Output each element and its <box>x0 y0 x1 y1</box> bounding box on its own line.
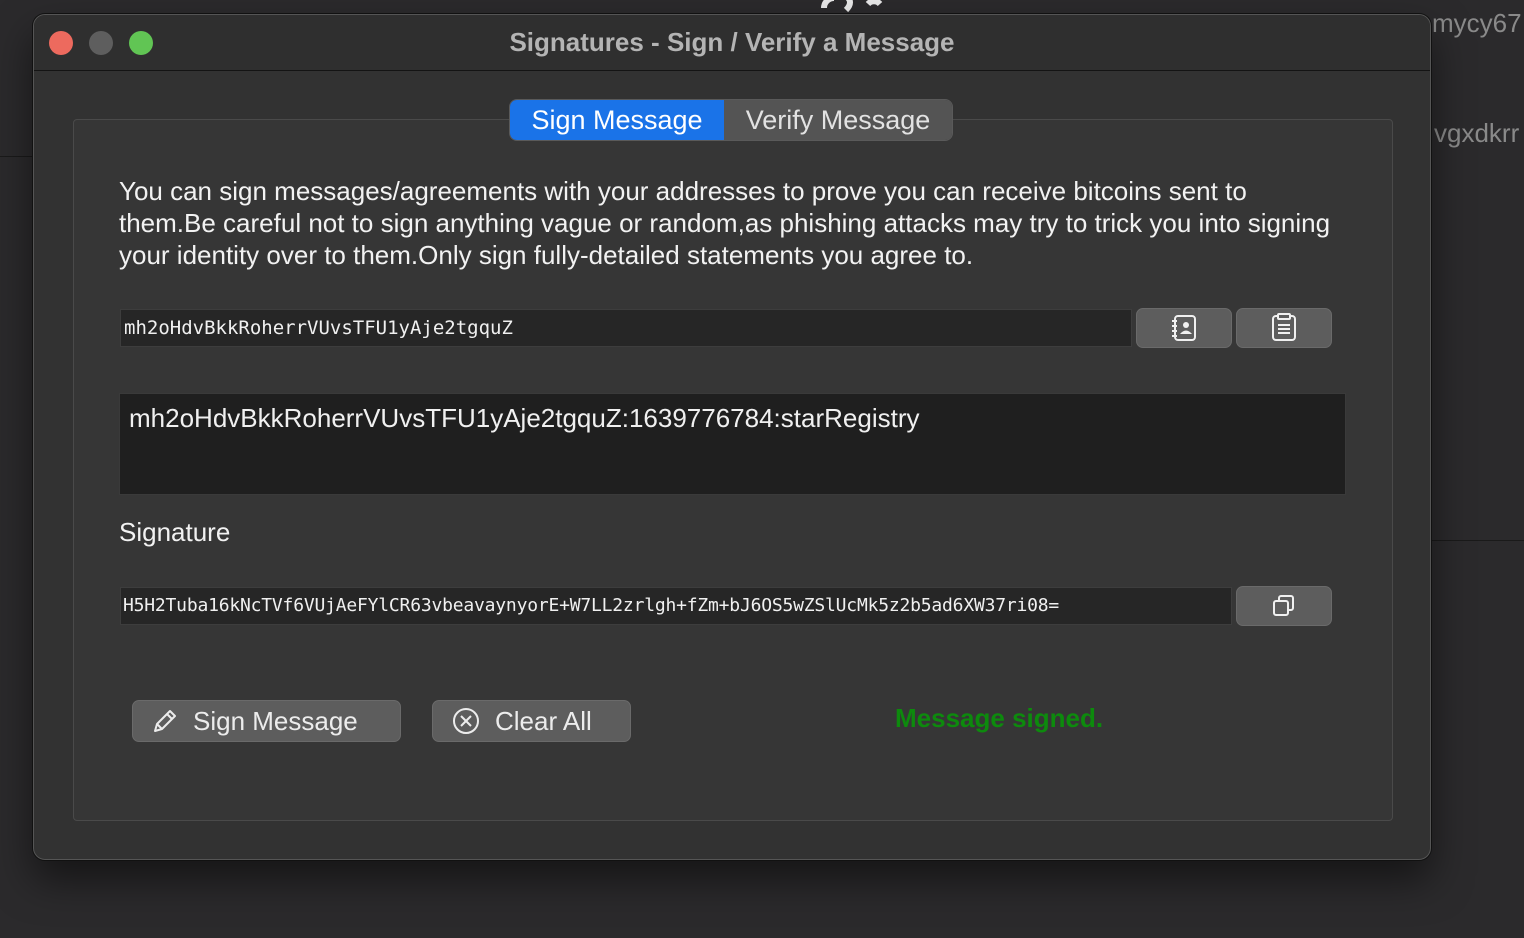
paste-icon <box>1272 313 1296 341</box>
background-divider <box>0 156 34 157</box>
signature-label: Signature <box>119 517 231 547</box>
clear-icon <box>453 708 479 734</box>
sign-message-button[interactable]: Sign Message <box>132 700 401 742</box>
address-book-icon <box>1172 315 1196 341</box>
description-text: You can sign messages/agreements with yo… <box>119 176 1331 270</box>
window-title: Signatures - Sign / Verify a Message <box>509 27 955 57</box>
clear-all-button[interactable]: Clear All <box>432 700 631 742</box>
copy-icon <box>1273 595 1294 616</box>
pencil-icon <box>154 710 176 732</box>
background-divider <box>1430 540 1524 541</box>
address-book-button[interactable] <box>1136 308 1232 348</box>
title-bar[interactable]: Signatures - Sign / Verify a Message <box>34 15 1430 71</box>
background-text: mycy67 <box>1432 8 1522 38</box>
paste-button[interactable] <box>1236 308 1332 348</box>
background-icon <box>821 0 883 13</box>
signatures-window: Signatures - Sign / Verify a Message Sig… <box>33 14 1431 860</box>
message-textarea[interactable]: mh2oHdvBkkRoherrVUvsTFU1yAje2tgquZ:16397… <box>119 393 1346 495</box>
copy-signature-button[interactable] <box>1236 586 1332 626</box>
signature-output[interactable]: H5H2Tuba16kNcTVf6VUjAeFYlCR63vbeavaynyor… <box>120 587 1232 625</box>
address-input[interactable]: mh2oHdvBkkRoherrVUvsTFU1yAje2tgquZ <box>120 309 1132 347</box>
tab-verify-message[interactable]: Verify Message <box>724 100 952 140</box>
sign-message-label: Sign Message <box>193 705 358 736</box>
tab-sign-message[interactable]: Sign Message <box>510 100 724 140</box>
background-text: vgxdkrr <box>1434 118 1520 148</box>
clear-all-label: Clear All <box>495 705 592 736</box>
status-message: Message signed. <box>895 703 1104 733</box>
tab-bar: Sign Message Verify Message <box>509 99 953 141</box>
